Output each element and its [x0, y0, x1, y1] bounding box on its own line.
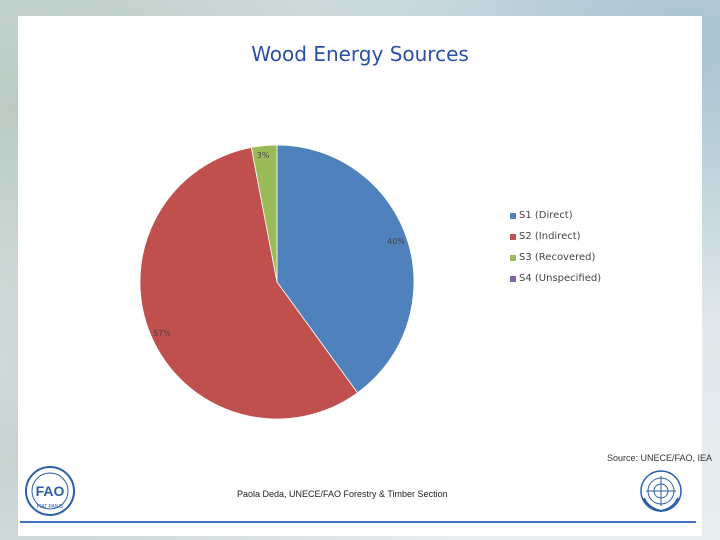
source-note: Source: UNECE/FAO, IEA	[606, 453, 712, 463]
legend-label-s3: S3 (Recovered)	[519, 252, 596, 263]
legend-swatch-s1	[510, 212, 516, 219]
legend-label-s1: S1 (Direct)	[519, 210, 573, 221]
pie-data-label-s2: 57%	[153, 329, 171, 338]
footer-author: Paola Deda, UNECE/FAO Forestry & Timber …	[237, 489, 448, 499]
legend-label-s4: S4 (Unspecified)	[519, 273, 602, 284]
legend-swatch-s2	[510, 233, 516, 240]
legend-item-s1: S1 (Direct)	[510, 205, 601, 226]
chart-legend: S1 (Direct) S2 (Indirect) S3 (Recovered)…	[510, 205, 601, 289]
fao-logo-icon: FAO FIAT PANIS	[25, 466, 75, 516]
legend-item-s4: S4 (Unspecified)	[510, 268, 601, 289]
un-logo-icon	[640, 470, 682, 513]
svg-text:FAO: FAO	[36, 483, 65, 499]
legend-item-s3: S3 (Recovered)	[510, 247, 601, 268]
legend-label-s2: S2 (Indirect)	[519, 231, 581, 242]
svg-text:FIAT PANIS: FIAT PANIS	[37, 504, 64, 510]
pie-data-label-s3: 3%	[257, 151, 270, 160]
legend-item-s2: S2 (Indirect)	[510, 226, 601, 247]
legend-swatch-s3	[510, 254, 516, 261]
footer-rule	[20, 521, 696, 523]
pie-data-label-s1: 40%	[387, 237, 405, 246]
legend-swatch-s4	[510, 275, 516, 282]
